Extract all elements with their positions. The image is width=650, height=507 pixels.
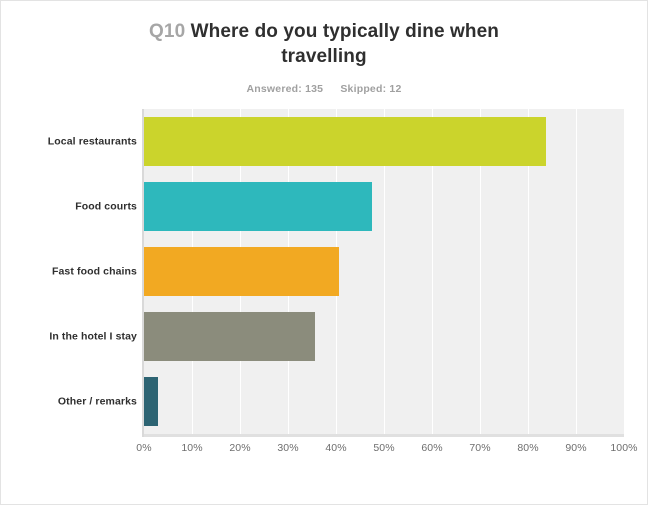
bar-row: In the hotel I stay	[1, 304, 649, 369]
x-tick-label: 70%	[469, 442, 491, 454]
x-tick-label: 10%	[181, 442, 203, 454]
bar-row: Other / remarks	[1, 369, 649, 434]
bar-track	[144, 304, 624, 369]
survey-question-card: Q10 Where do you typically dine when tra…	[0, 0, 648, 505]
page-title: Q10 Where do you typically dine when tra…	[114, 19, 534, 69]
response-summary: Answered: 135 Skipped: 12	[1, 83, 647, 95]
bar[interactable]	[144, 377, 158, 426]
bar-track	[144, 239, 624, 304]
category-label: Local restaurants	[47, 135, 137, 147]
x-tick-label: 60%	[421, 442, 443, 454]
bar-track	[144, 174, 624, 239]
x-tick-label: 100%	[610, 442, 638, 454]
bar-row: Fast food chains	[1, 239, 649, 304]
x-axis-ticks: 0% 10% 20% 30% 40% 50% 60% 70% 80% 90% 100%	[136, 442, 637, 462]
question-number: Q10	[149, 21, 186, 42]
x-tick-label: 0%	[136, 442, 152, 454]
answered-count: Answered: 135	[246, 83, 324, 95]
bar-row: Local restaurants	[1, 109, 649, 174]
x-tick-label: 30%	[277, 442, 299, 454]
category-label: Food courts	[75, 200, 137, 212]
bar[interactable]	[144, 182, 372, 231]
x-tick-label: 40%	[325, 442, 347, 454]
category-label: Other / remarks	[57, 395, 137, 407]
skipped-count: Skipped: 12	[340, 83, 402, 95]
bar[interactable]	[144, 247, 340, 296]
x-tick-label: 80%	[517, 442, 539, 454]
category-label: In the hotel I stay	[49, 330, 137, 342]
x-tick-label: 90%	[565, 442, 587, 454]
bar-track	[144, 109, 624, 174]
chart-header: Q10 Where do you typically dine when tra…	[1, 1, 647, 95]
x-tick-label: 50%	[373, 442, 395, 454]
x-tick-label: 20%	[229, 442, 251, 454]
x-axis-baseline	[144, 434, 624, 437]
question-text: Where do you typically dine when travell…	[190, 21, 499, 67]
bar[interactable]	[144, 312, 315, 361]
bar-chart: Local restaurants Food courts Fast food ch…	[1, 109, 649, 459]
bar-row: Food courts	[1, 174, 649, 239]
bar-track	[144, 369, 624, 434]
bar[interactable]	[144, 117, 546, 166]
category-label: Fast food chains	[51, 265, 137, 277]
